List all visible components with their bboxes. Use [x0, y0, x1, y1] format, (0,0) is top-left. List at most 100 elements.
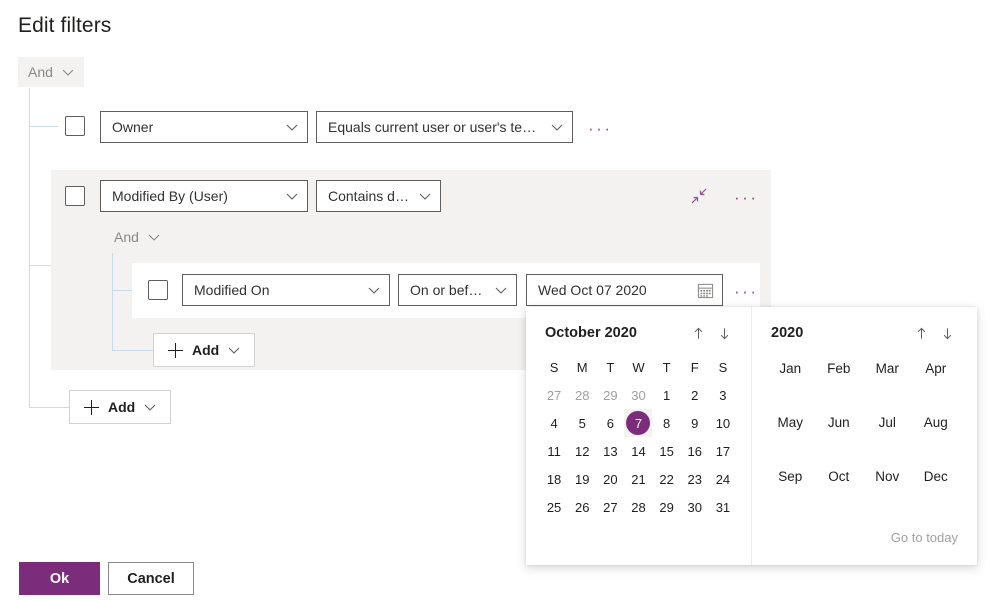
month-cell[interactable]: Oct: [815, 469, 864, 484]
calendar-day-cell[interactable]: 27: [596, 493, 624, 521]
calendar-day-cell[interactable]: 15: [653, 437, 681, 465]
calendar-day-cell[interactable]: 6: [596, 409, 624, 437]
month-cell[interactable]: Jul: [863, 415, 912, 430]
calendar-day-cell[interactable]: 23: [681, 465, 709, 493]
root-operator-dropdown[interactable]: And: [18, 57, 84, 87]
calendar-day-cell[interactable]: 2: [681, 381, 709, 409]
collapse-arrows-icon[interactable]: [689, 186, 709, 206]
calendar-day-cell[interactable]: 30: [624, 381, 652, 409]
add-button-outer[interactable]: Add: [69, 390, 172, 424]
field-dropdown-owner[interactable]: Owner: [100, 111, 308, 143]
month-cell[interactable]: Apr: [912, 361, 961, 376]
calendar-day-number: 1: [663, 387, 671, 403]
month-cell[interactable]: Feb: [815, 361, 864, 376]
calendar-day-cell[interactable]: 11: [540, 437, 568, 465]
calendar-day-cell[interactable]: 22: [653, 465, 681, 493]
row-checkbox-modified-on[interactable]: [148, 280, 168, 300]
calendar-day-cell[interactable]: 9: [681, 409, 709, 437]
calendar-day-cell[interactable]: 29: [653, 493, 681, 521]
tree-line-to-outer-add: [29, 407, 69, 408]
month-cell[interactable]: May: [766, 415, 815, 430]
calendar-day-cell[interactable]: 4: [540, 409, 568, 437]
field-dropdown-modified-on[interactable]: Modified On: [182, 274, 390, 306]
date-input-modified-on[interactable]: Wed Oct 07 2020: [526, 274, 723, 306]
field-dropdown-modified-by-label: Modified By (User): [112, 188, 228, 204]
calendar-year-pane: 2020 Jan Feb Mar Apr May Jun Jul Aug Sep Oct Nov De…: [751, 307, 974, 565]
chevron-down-icon: [148, 231, 160, 243]
calendar-day-number: 27: [546, 387, 562, 403]
add-button-inner[interactable]: Add: [153, 333, 256, 367]
calendar-day-cell[interactable]: 26: [568, 493, 596, 521]
chevron-down-icon: [551, 121, 563, 133]
row-checkbox-owner[interactable]: [65, 116, 85, 136]
go-to-today-link[interactable]: Go to today: [891, 530, 958, 545]
calendar-day-cell[interactable]: 16: [681, 437, 709, 465]
calendar-day-cell[interactable]: 14: [624, 437, 652, 465]
calendar-day-number: 20: [603, 471, 618, 487]
calendar-day-number: 5: [578, 415, 586, 431]
month-cell[interactable]: Sep: [766, 469, 815, 484]
arrow-up-icon[interactable]: [685, 320, 711, 346]
calendar-day-cell[interactable]: 24: [709, 465, 737, 493]
month-cell[interactable]: Jun: [815, 415, 864, 430]
operator-dropdown-modified-on[interactable]: On or before: [398, 274, 517, 306]
calendar-day-cell[interactable]: 28: [568, 381, 596, 409]
calendar-day-cell[interactable]: 10: [709, 409, 737, 437]
calendar-day-cell[interactable]: 29: [596, 381, 624, 409]
row-checkbox-modified-by[interactable]: [65, 186, 85, 206]
field-dropdown-modified-by[interactable]: Modified By (User): [100, 180, 308, 212]
calendar-day-number: 2: [691, 387, 699, 403]
calendar-day-cell[interactable]: 8: [653, 409, 681, 437]
calendar-day-cell[interactable]: 1: [653, 381, 681, 409]
date-picker-flyout: October 2020 SMTWTFS 27 28 29 30 1 2 3 4 5 6 7 8 9 10…: [526, 307, 977, 565]
tree-line-group-vertical: [112, 253, 113, 351]
calendar-day-cell[interactable]: 30: [681, 493, 709, 521]
operator-dropdown-owner[interactable]: Equals current user or user's teams: [316, 111, 573, 143]
operator-dropdown-owner-label: Equals current user or user's teams: [328, 119, 541, 135]
calendar-day-cell[interactable]: 13: [596, 437, 624, 465]
calendar-day-cell[interactable]: 27: [540, 381, 568, 409]
ok-button[interactable]: Ok: [19, 562, 100, 595]
calendar-day-number: 28: [631, 499, 646, 515]
date-input-value: Wed Oct 07 2020: [538, 282, 647, 298]
calendar-day-cell[interactable]: 25: [540, 493, 568, 521]
calendar-day-cell[interactable]: 28: [624, 493, 652, 521]
arrow-down-icon[interactable]: [934, 320, 960, 346]
add-button-outer-label: Add: [108, 399, 136, 415]
arrow-up-icon[interactable]: [908, 320, 934, 346]
calendar-icon[interactable]: [697, 282, 714, 299]
month-cell[interactable]: Nov: [863, 469, 912, 484]
calendar-day-number: 12: [574, 443, 590, 459]
calendar-day-cell[interactable]: 3: [709, 381, 737, 409]
group-operator-label: And: [114, 229, 139, 245]
calendar-day-cell[interactable]: 12: [568, 437, 596, 465]
calendar-day-cell[interactable]: 19: [568, 465, 596, 493]
calendar-day-cell[interactable]: 20: [596, 465, 624, 493]
group-operator-dropdown[interactable]: And: [104, 222, 170, 252]
calendar-week-row: 11 12 13 14 15 16 17: [540, 437, 737, 465]
calendar-day-cell[interactable]: 31: [709, 493, 737, 521]
arrow-down-icon[interactable]: [711, 320, 737, 346]
field-dropdown-modified-on-label: Modified On: [194, 282, 270, 298]
calendar-weekday: T: [606, 359, 615, 375]
calendar-day-cell[interactable]: 21: [624, 465, 652, 493]
operator-dropdown-modified-by[interactable]: Contains data: [316, 180, 441, 212]
calendar-day-cell[interactable]: 5: [568, 409, 596, 437]
calendar-day-number: 3: [719, 387, 727, 403]
row-more-menu-modified-on[interactable]: ···: [734, 283, 758, 300]
row-more-menu-owner[interactable]: ···: [588, 120, 612, 137]
month-cell[interactable]: Aug: [912, 415, 961, 430]
calendar-day-number: 27: [603, 499, 618, 515]
month-grid: Jan Feb Mar Apr May Jun Jul Aug Sep Oct Nov Dec: [766, 361, 960, 484]
calendar-day-number: 19: [574, 471, 590, 487]
row-more-menu-modified-by[interactable]: ···: [734, 189, 758, 206]
calendar-day-cell[interactable]: 17: [709, 437, 737, 465]
month-cell[interactable]: Dec: [912, 469, 961, 484]
month-cell[interactable]: Mar: [863, 361, 912, 376]
tree-line-to-owner-row: [29, 126, 58, 127]
calendar-day-number: 30: [631, 387, 646, 403]
calendar-day-cell[interactable]: 7: [624, 409, 653, 437]
cancel-button[interactable]: Cancel: [108, 562, 194, 595]
month-cell[interactable]: Jan: [766, 361, 815, 376]
calendar-day-cell[interactable]: 18: [540, 465, 568, 493]
